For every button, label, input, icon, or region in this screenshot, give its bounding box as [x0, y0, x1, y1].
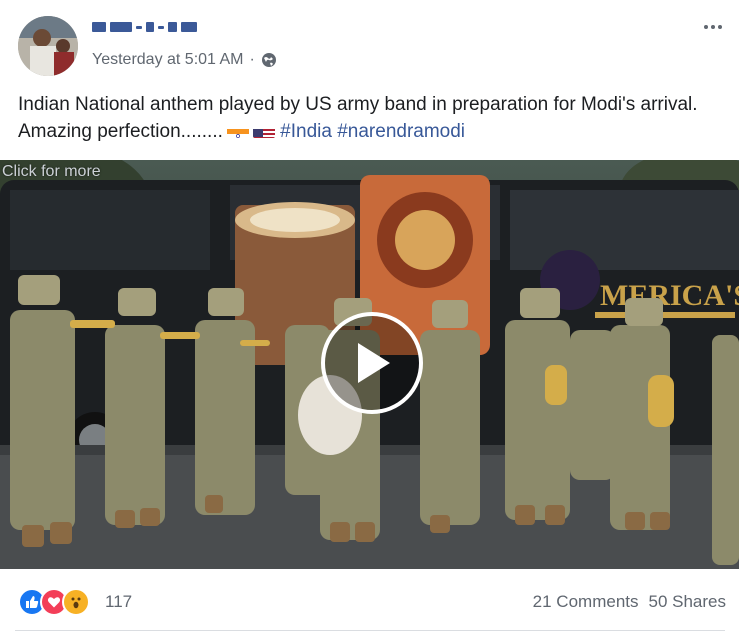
post-timestamp[interactable]: Yesterday at 5:01 AM	[92, 51, 244, 69]
hashtag-narendramodi-link[interactable]: #narendramodi	[337, 121, 465, 142]
more-dot	[711, 25, 715, 29]
more-options-button[interactable]	[699, 17, 727, 37]
globe-icon[interactable]	[261, 52, 277, 68]
india-flag-icon	[226, 124, 249, 138]
video-player[interactable]: MERICA'S Click for more	[0, 160, 739, 569]
play-button[interactable]	[321, 312, 423, 414]
click-for-more-overlay[interactable]: Click for more	[2, 163, 101, 181]
reactions-summary[interactable]	[18, 588, 90, 616]
author-avatar[interactable]	[18, 16, 78, 76]
facebook-post: ▬▬ ▬ ▬▬ Yesterday at 5:01 AM · Indian Na…	[0, 0, 739, 632]
footer-divider	[15, 630, 725, 631]
engagement-counts: 21 Comments 50 Shares	[533, 592, 726, 612]
wow-icon	[62, 588, 90, 616]
meta-separator: ·	[249, 51, 255, 68]
bus-sign-text: MERICA'S	[600, 279, 739, 312]
author-name[interactable]: ▬▬ ▬ ▬▬	[92, 17, 197, 37]
us-flag-icon	[252, 124, 275, 138]
more-dot	[718, 25, 722, 29]
post-engagement-bar: 117 21 Comments 50 Shares	[0, 580, 739, 620]
more-horizontal-icon	[704, 25, 708, 29]
shares-count-link[interactable]: 50 Shares	[649, 592, 727, 612]
comments-count-link[interactable]: 21 Comments	[533, 592, 639, 612]
reaction-count[interactable]: 117	[105, 592, 132, 612]
post-caption: Indian National anthem played by US army…	[18, 91, 718, 145]
play-icon	[358, 343, 390, 383]
post-meta: Yesterday at 5:01 AM ·	[92, 51, 277, 69]
hashtag-india-link[interactable]: #India	[280, 121, 332, 142]
